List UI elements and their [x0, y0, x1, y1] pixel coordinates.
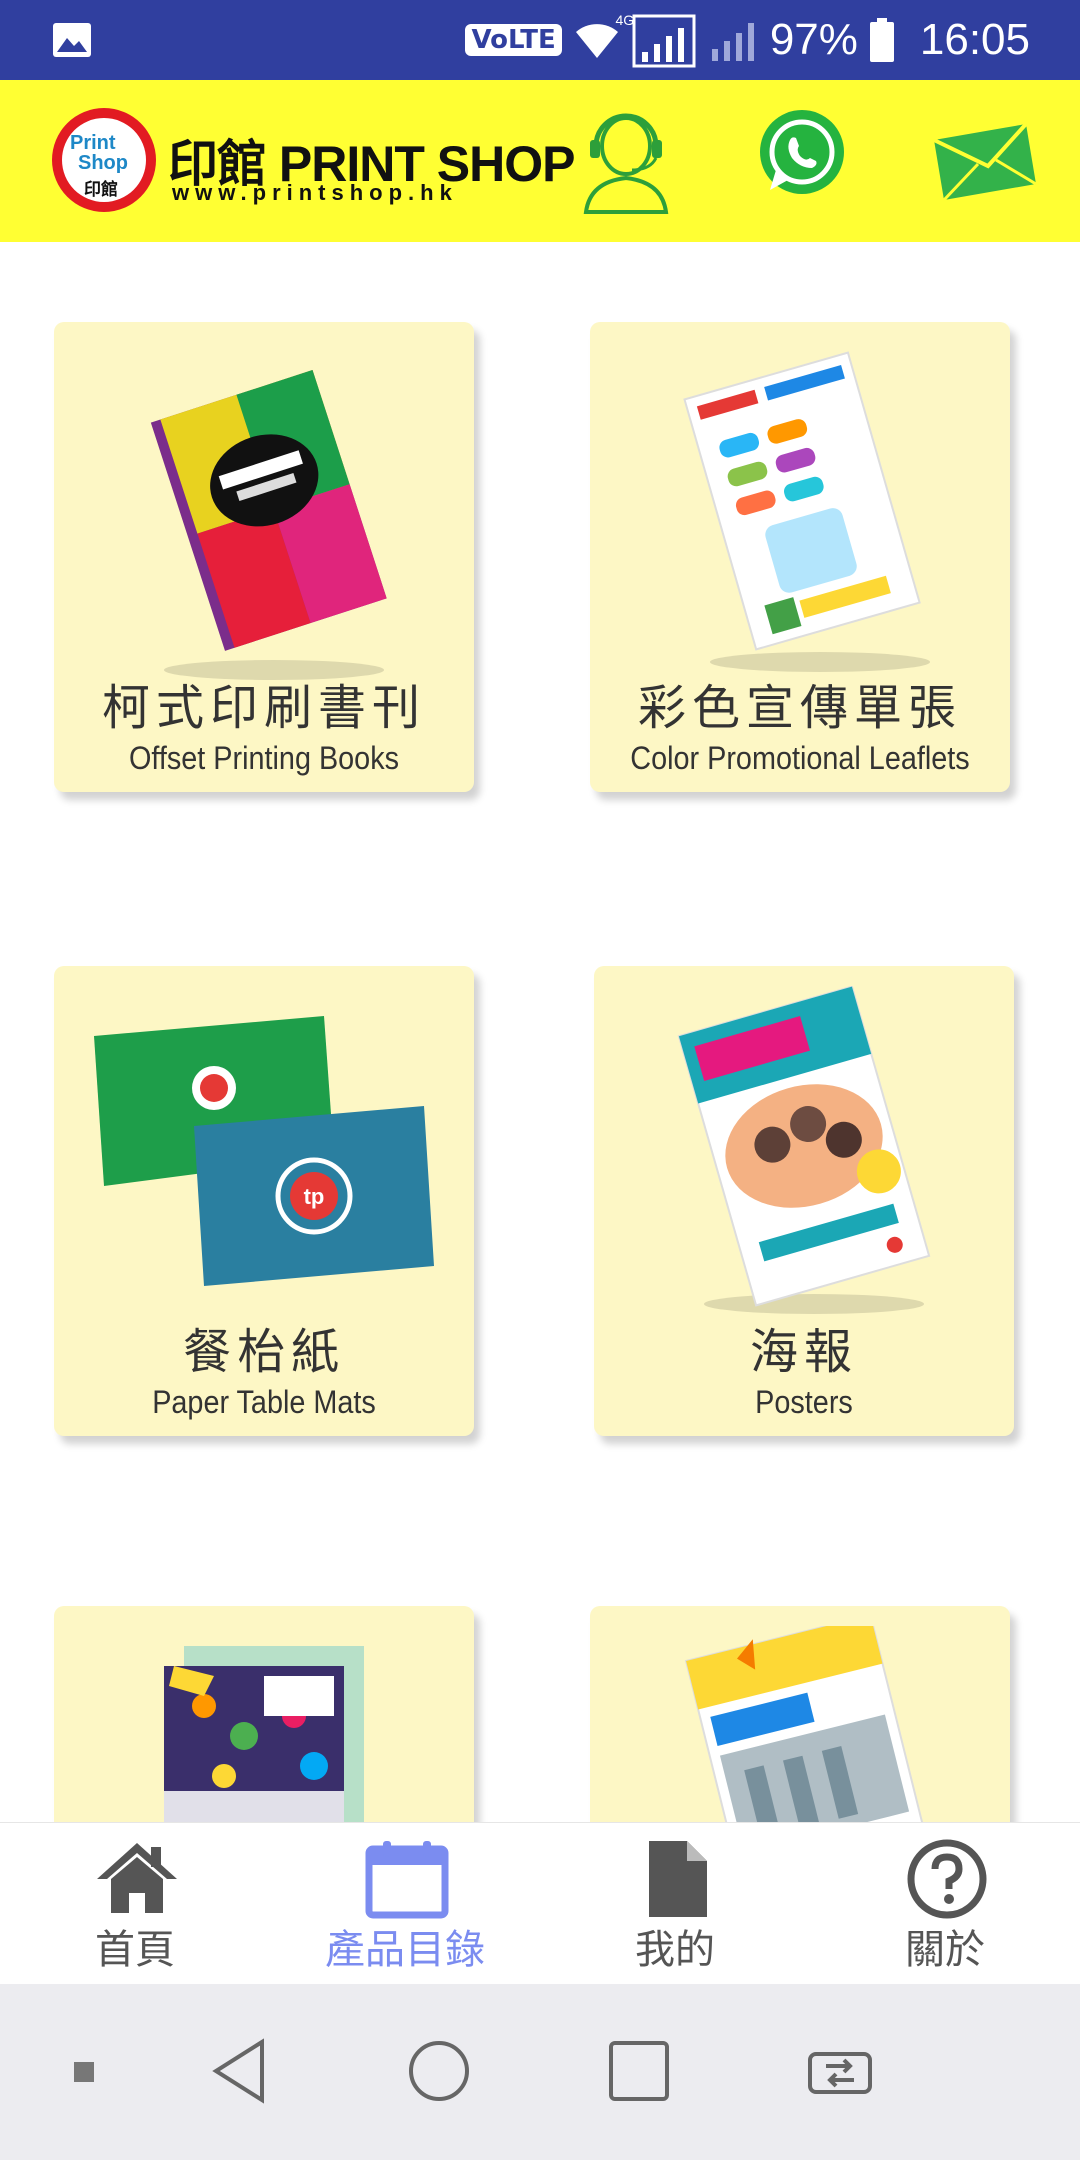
clock: 16:05 [919, 15, 1030, 64]
product-title-en: Paper Table Mats [152, 1384, 376, 1420]
nav-item-catalog[interactable]: 產品目錄 [270, 1823, 540, 1985]
system-nav-bar [0, 1984, 1080, 2160]
back-icon[interactable] [210, 2038, 270, 2104]
book-image [150, 370, 387, 680]
product-card-posters[interactable]: 海報 Posters [594, 966, 1014, 1436]
poster-image [677, 986, 931, 1314]
mail-icon[interactable] [930, 120, 1040, 204]
home-circle-icon[interactable] [408, 2040, 470, 2102]
logo-text-zh: 印館 [84, 180, 118, 200]
nav-label: 首頁 [95, 1927, 175, 1973]
product-card-offset-printing-books[interactable]: 柯式印刷書刊 Offset Printing Books [54, 322, 474, 792]
leaflet-image [683, 351, 930, 672]
nav-label: 產品目錄 [325, 1927, 485, 1973]
catalog-image [164, 1646, 364, 1826]
nav-item-about[interactable]: 關於 [810, 1823, 1080, 1985]
calendar-icon [365, 1841, 449, 1919]
switch-icon[interactable] [802, 2044, 878, 2100]
nav-label: 我的 [635, 1927, 715, 1973]
product-title-zh: 柯式印刷書刊 [101, 680, 426, 736]
brand-url: www.printshop.hk [172, 180, 458, 205]
volte-badge: VoLTE [465, 24, 562, 56]
nav-item-mine[interactable]: 我的 [540, 1823, 810, 1985]
product-title-zh: 海報 [749, 1324, 858, 1380]
product-title-zh: 餐枱紙 [182, 1324, 345, 1380]
customer-service-icon[interactable] [576, 104, 676, 216]
document-icon [649, 1841, 707, 1917]
product-title-zh: 彩色宣傳單張 [637, 680, 962, 736]
signal-icon [632, 14, 696, 68]
brochure-image [684, 1626, 925, 1826]
bottom-nav: 首頁 產品目錄 我的 關於 [0, 1822, 1080, 1984]
product-title-en: Color Promotional Leaflets [630, 740, 970, 776]
status-bar: VoLTE 4G 97% 16:05 [0, 0, 1080, 80]
help-icon [907, 1839, 987, 1919]
app-header: Print Shop 印館 印館 PRINT SHOP www.printsho… [0, 80, 1080, 242]
product-card-paper-table-mats[interactable]: tp 餐枱紙 Paper Table Mats [54, 966, 474, 1436]
signal-2-icon [711, 23, 754, 61]
product-title-en: Posters [755, 1384, 853, 1420]
whatsapp-icon[interactable] [756, 106, 848, 198]
logo-text-shop: Shop [78, 152, 128, 174]
square-dot-icon[interactable] [74, 2062, 94, 2082]
product-title-en: Offset Printing Books [129, 740, 399, 776]
home-icon [97, 1843, 177, 1913]
product-card-color-promotional-leaflets[interactable]: 彩色宣傳單張 Color Promotional Leaflets [590, 322, 1010, 792]
nav-item-home[interactable]: 首頁 [0, 1823, 270, 1985]
battery-percent: 97% [769, 15, 858, 64]
network-type: 4G [615, 12, 635, 28]
recents-icon[interactable] [608, 2040, 670, 2102]
nav-label: 關於 [905, 1927, 985, 1973]
svg-text:tp: tp [304, 1184, 325, 1209]
gallery-icon [53, 23, 91, 57]
battery-icon [869, 18, 894, 62]
wifi-icon [575, 24, 618, 58]
table-mat-image: tp [94, 1016, 434, 1286]
